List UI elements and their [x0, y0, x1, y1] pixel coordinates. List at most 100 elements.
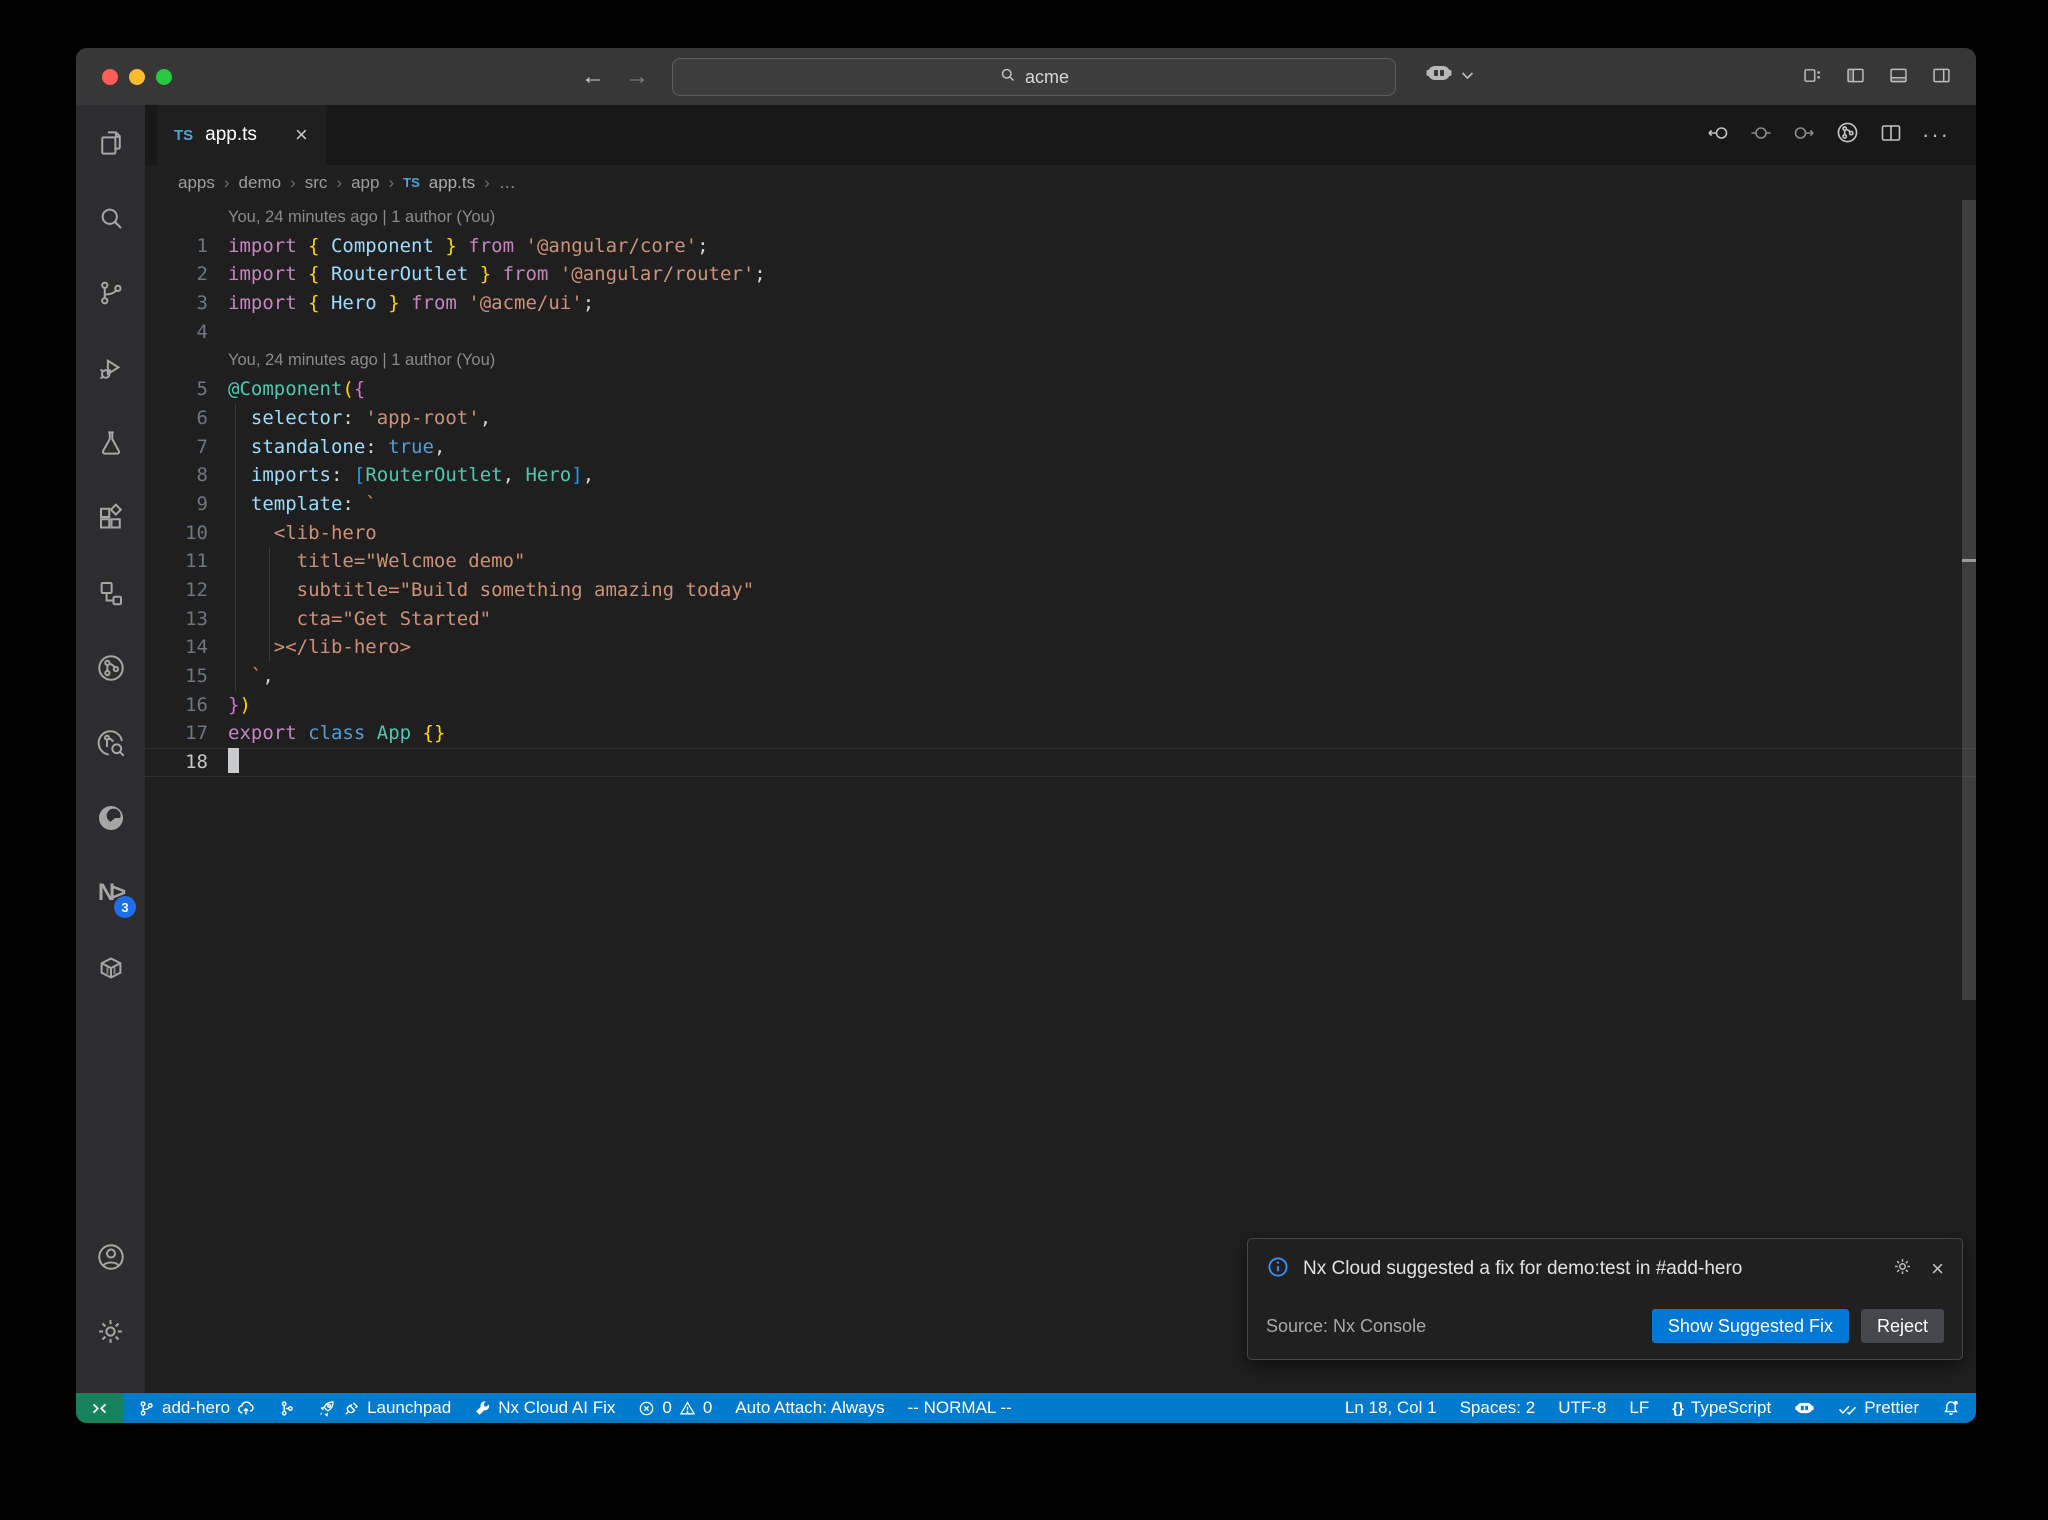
activity-nx-console-icon[interactable]: N> 3: [76, 855, 145, 930]
gitlens-back-revision-icon[interactable]: [1706, 121, 1730, 150]
tab-app-ts[interactable]: TS app.ts ×: [157, 105, 326, 165]
activity-badge: 3: [114, 896, 136, 918]
customize-layout-icon[interactable]: [1802, 65, 1823, 86]
breadcrumb-item-src[interactable]: src: [305, 173, 328, 193]
vertical-scrollbar[interactable]: [1962, 200, 1976, 1000]
code-line-5[interactable]: 5 @Component({: [145, 375, 1976, 404]
navigate-back-icon[interactable]: ←: [581, 48, 605, 105]
code-line-6[interactable]: 6 selector: 'app-root',: [145, 404, 1976, 433]
status-vim-mode[interactable]: -- NORMAL --: [908, 1398, 1012, 1418]
breadcrumb-item-apps[interactable]: apps: [178, 173, 215, 193]
status-indentation[interactable]: Spaces: 2: [1460, 1398, 1536, 1418]
code-text: standalone: true,: [250, 435, 446, 458]
command-center-search[interactable]: acme: [672, 58, 1396, 96]
code-line-8[interactable]: 8 imports: [RouterOutlet, Hero],: [145, 461, 1976, 490]
code-editor[interactable]: You, 24 minutes ago | 1 author (You) 1 imp…: [145, 200, 1976, 1393]
show-suggested-fix-button[interactable]: Show Suggested Fix: [1651, 1309, 1849, 1343]
warning-triangle-icon: [679, 1400, 696, 1417]
activity-run-debug-icon[interactable]: [76, 330, 145, 405]
notification-settings-icon[interactable]: [1892, 1256, 1913, 1282]
status-encoding[interactable]: UTF-8: [1558, 1398, 1606, 1418]
activity-explorer-icon[interactable]: [76, 105, 145, 180]
code-line-2[interactable]: 2 import { RouterOutlet } from '@angular/…: [145, 260, 1976, 289]
status-cursor-position[interactable]: Ln 18, Col 1: [1345, 1398, 1437, 1418]
gitlens-blame-annotation: You, 24 minutes ago | 1 author (You): [228, 351, 496, 370]
copilot-icon[interactable]: [1425, 62, 1453, 89]
activity-testing-icon[interactable]: [76, 405, 145, 480]
status-copilot-status[interactable]: [1794, 1400, 1815, 1416]
chevron-down-icon[interactable]: [1461, 67, 1474, 85]
breadcrumb-item-app[interactable]: app: [351, 173, 379, 193]
activity-accounts-icon[interactable]: [76, 1219, 145, 1294]
gitlens-forward-revision-icon[interactable]: [1792, 121, 1816, 150]
status-language-mode[interactable]: {} TypeScript: [1672, 1398, 1771, 1418]
more-actions-icon[interactable]: ···: [1922, 122, 1950, 148]
activity-extensions-icon[interactable]: [76, 480, 145, 555]
breadcrumb-item-file[interactable]: app.ts: [429, 173, 475, 193]
line-number: 17: [185, 722, 208, 745]
remote-indicator[interactable]: [76, 1393, 123, 1423]
status-eol[interactable]: LF: [1629, 1398, 1649, 1418]
activity-project-hierarchy-icon[interactable]: [76, 555, 145, 630]
navigate-forward-icon[interactable]: →: [625, 48, 649, 105]
toggle-panel-icon[interactable]: [1888, 65, 1909, 86]
close-window-button[interactable]: [102, 69, 118, 85]
code-line-13[interactable]: 13 cta="Get Started": [145, 605, 1976, 634]
line-number: 9: [196, 492, 208, 515]
line-number: 15: [185, 665, 208, 687]
code-line-3[interactable]: 3 import { Hero } from '@acme/ui';: [145, 289, 1976, 318]
status-commit-graph[interactable]: [278, 1400, 295, 1417]
status-auto-attach[interactable]: Auto Attach: Always: [735, 1398, 884, 1418]
zoom-window-button[interactable]: [156, 69, 172, 85]
code-line-17[interactable]: 17 export class App {}: [145, 719, 1976, 748]
status-notifications-bell[interactable]: [1942, 1399, 1960, 1417]
code-line-1[interactable]: 1 import { Component } from '@angular/cor…: [145, 232, 1976, 261]
code-text: [208, 748, 239, 777]
line-number: 6: [196, 406, 208, 429]
reject-button[interactable]: Reject: [1860, 1309, 1944, 1343]
code-line-15[interactable]: 15 `,: [145, 662, 1976, 691]
code-line-18[interactable]: 18: [145, 748, 1976, 777]
code-text: import { Hero } from '@acme/ui';: [228, 292, 595, 315]
status-branch-publish[interactable]: add-hero: [138, 1398, 255, 1418]
breadcrumb-item-demo[interactable]: demo: [239, 173, 282, 193]
notification-close-icon[interactable]: ×: [1931, 1258, 1944, 1280]
activity-containers-icon[interactable]: [76, 930, 145, 1005]
status-prettier[interactable]: Prettier: [1838, 1398, 1919, 1418]
activity-source-control-icon[interactable]: [76, 255, 145, 330]
code-line-14[interactable]: 14 ></lib-hero>: [145, 633, 1976, 662]
code-line-9[interactable]: 9 template: `: [145, 490, 1976, 519]
activity-settings-gear-icon[interactable]: [76, 1294, 145, 1369]
notification-toast: Nx Cloud suggested a fix for demo:test i…: [1247, 1238, 1963, 1360]
wrench-icon: [474, 1400, 491, 1417]
activity-search-icon[interactable]: [76, 180, 145, 255]
close-tab-icon[interactable]: ×: [295, 124, 308, 146]
code-line-7[interactable]: 7 standalone: true,: [145, 433, 1976, 462]
activity-gitlens-graph-icon[interactable]: [76, 630, 145, 705]
double-check-icon: [1838, 1401, 1857, 1416]
status-text: Ln 18, Col 1: [1344, 1398, 1437, 1417]
breadcrumb-symbol-more[interactable]: …: [499, 173, 516, 193]
code-line-11[interactable]: 11 title="Welcmoe demo": [145, 547, 1976, 576]
status-problems[interactable]: 00: [638, 1398, 712, 1418]
status-nx-cloud-ai-fix[interactable]: Nx Cloud AI Fix: [474, 1398, 615, 1418]
line-number: 4: [196, 320, 208, 343]
minimize-window-button[interactable]: [129, 69, 145, 85]
activity-gitlens-inspect-icon[interactable]: [76, 705, 145, 780]
toggle-secondary-sidebar-icon[interactable]: [1931, 65, 1952, 86]
line-number: 2: [196, 263, 208, 286]
code-line-4[interactable]: 4: [145, 318, 1976, 347]
gitlens-commit-graph-icon[interactable]: [1835, 120, 1860, 150]
code-line-10[interactable]: 10 <lib-hero: [145, 519, 1976, 548]
activity-edge-tools-icon[interactable]: [76, 780, 145, 855]
code-line-12[interactable]: 12 subtitle="Build something amazing tod…: [145, 576, 1976, 605]
line-number: 7: [196, 435, 208, 458]
toggle-primary-sidebar-icon[interactable]: [1845, 65, 1866, 86]
code-text: }): [228, 693, 251, 716]
split-editor-icon[interactable]: [1879, 121, 1903, 150]
status-text: TypeScript: [1690, 1398, 1772, 1417]
gitlens-current-revision-icon[interactable]: [1749, 121, 1773, 150]
code-line-16[interactable]: 16}): [145, 691, 1976, 720]
breadcrumb: apps › demo › src › app › TS app.ts ›…: [145, 165, 1976, 200]
status-launchpad[interactable]: Launchpad: [318, 1398, 451, 1418]
